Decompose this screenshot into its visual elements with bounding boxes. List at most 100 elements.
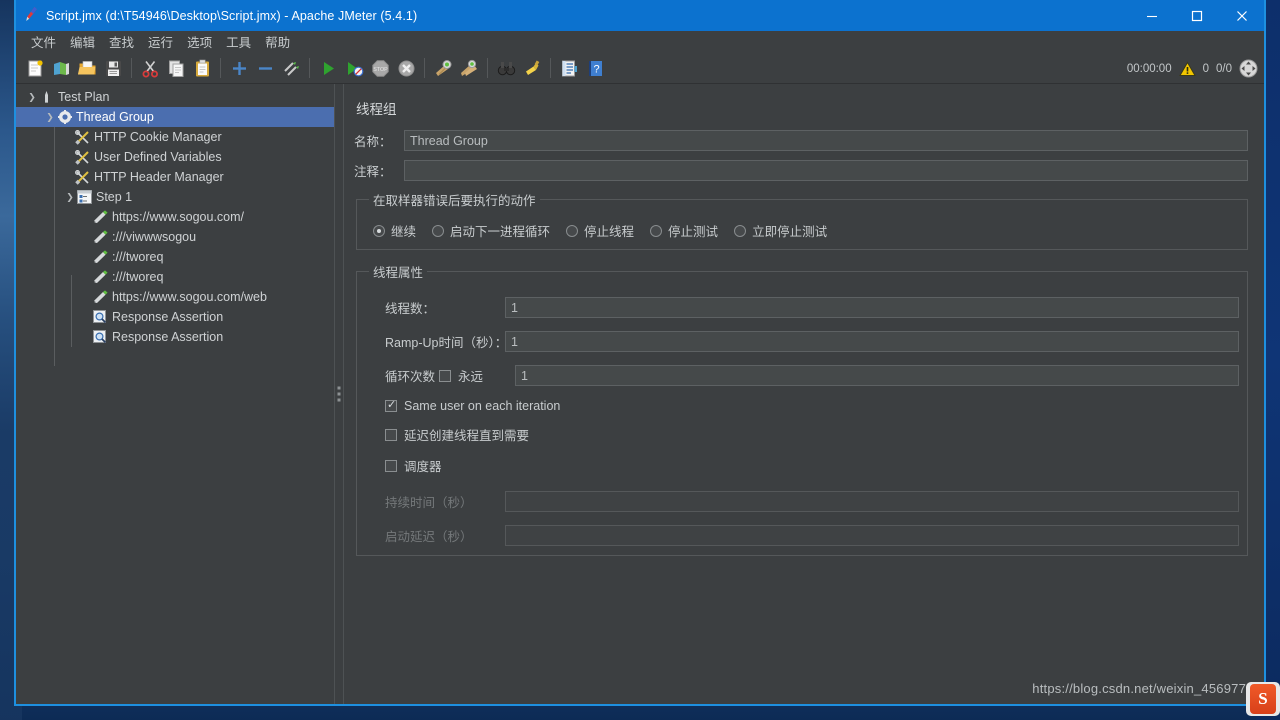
menu-search[interactable]: 查找 [102, 30, 141, 53]
start-play-icon[interactable] [315, 55, 341, 81]
chevron-down-icon[interactable]: ❯ [64, 192, 76, 203]
same-user-checkbox-row[interactable]: Same user on each iteration [385, 398, 1239, 413]
tree-node-user-defined-variables[interactable]: User Defined Variables [16, 147, 334, 167]
tree-node-label: :///tworeq [112, 250, 164, 264]
radio-stop-thread[interactable]: 停止线程 [566, 221, 634, 240]
checkbox-box-icon[interactable] [385, 428, 397, 441]
open-folder-icon[interactable] [74, 55, 100, 81]
http-sampler-icon [92, 209, 109, 225]
toolbar-separator [424, 58, 425, 78]
radio-stop-test[interactable]: 停止测试 [650, 221, 718, 240]
comment-input[interactable] [404, 160, 1248, 181]
splitter-grip-handle[interactable] [337, 386, 341, 402]
chevron-down-icon[interactable]: ❯ [44, 112, 56, 123]
radio-start-next-loop[interactable]: 启动下一进程循环 [432, 221, 550, 240]
new-document-icon[interactable] [22, 55, 48, 81]
checkbox-box-icon[interactable] [385, 459, 397, 472]
ramp-up-input[interactable] [505, 331, 1239, 352]
name-input[interactable] [404, 130, 1248, 151]
num-threads-row: 线程数： [365, 297, 1239, 318]
shutdown-icon[interactable] [393, 55, 419, 81]
radio-dot-icon[interactable] [734, 224, 747, 237]
warning-count: 0 [1202, 62, 1209, 75]
transaction-controller-icon [76, 190, 93, 204]
tree-node-sampler[interactable]: https://www.sogou.com/ [16, 207, 334, 227]
radio-dot-icon[interactable] [432, 224, 445, 237]
radio-dot-icon[interactable] [566, 224, 579, 237]
tree-node-label: Thread Group [76, 110, 154, 124]
radio-dot-icon[interactable] [373, 224, 385, 237]
menu-run[interactable]: 运行 [141, 30, 180, 53]
toggle-enable-icon[interactable] [278, 55, 304, 81]
loop-count-input[interactable] [515, 365, 1239, 386]
tree-node-http-header-manager[interactable]: HTTP Header Manager [16, 167, 334, 187]
num-threads-input[interactable] [505, 297, 1239, 318]
tree-node-test-plan[interactable]: ❯ Test Plan [16, 87, 334, 107]
toolbar-status-area: 00:00:00 0 0/0 [1127, 53, 1258, 84]
collapse-minus-icon[interactable] [252, 55, 278, 81]
forever-checkbox[interactable]: 永远 [439, 366, 505, 385]
start-no-timers-icon[interactable] [341, 55, 367, 81]
tree-node-response-assertion[interactable]: Response Assertion [16, 307, 334, 327]
watermark-text: https://blog.csdn.net/weixin_456977 [1032, 681, 1246, 696]
delay-thread-creation-checkbox-row[interactable]: 延迟创建线程直到需要 [385, 425, 1239, 444]
name-label: 名称： [354, 135, 392, 149]
loop-count-row: 循环次数 永远 [365, 365, 1239, 386]
reset-search-icon[interactable] [519, 55, 545, 81]
window-title-bar[interactable]: Script.jmx (d:\T54946\Desktop\Script.jmx… [16, 0, 1264, 31]
radio-stop-test-now[interactable]: 立即停止测试 [734, 221, 827, 240]
tree-node-sampler[interactable]: :///viwwwsogou [16, 227, 334, 247]
scheduler-checkbox-row[interactable]: 调度器 [385, 456, 1239, 475]
menu-options[interactable]: 选项 [180, 30, 219, 53]
test-plan-tree[interactable]: ❯ Test Plan ❯ Thread Group HTTP Cookie M… [16, 84, 334, 704]
maximize-button[interactable] [1174, 0, 1219, 31]
tree-node-sampler[interactable]: :///tworeq [16, 267, 334, 287]
clear-icon[interactable] [430, 55, 456, 81]
expand-plus-icon[interactable] [226, 55, 252, 81]
warning-triangle-icon[interactable] [1178, 60, 1196, 77]
thread-group-editor-panel: 线程组 名称： 注释： 在取样器错误后要执行的动作 继续 [344, 84, 1264, 704]
clear-all-icon[interactable] [456, 55, 482, 81]
duration-input[interactable] [505, 491, 1239, 512]
copy-icon[interactable] [163, 55, 189, 81]
tree-node-label: User Defined Variables [94, 150, 222, 164]
expand-arrows-icon[interactable] [1239, 59, 1258, 78]
function-helper-icon[interactable] [556, 55, 582, 81]
menu-edit[interactable]: 编辑 [63, 30, 102, 53]
chevron-down-icon[interactable]: ❯ [26, 92, 38, 103]
tree-node-http-cookie-manager[interactable]: HTTP Cookie Manager [16, 127, 334, 147]
minimize-button[interactable] [1129, 0, 1174, 31]
http-sampler-icon [92, 289, 109, 305]
radio-label: 启动下一进程循环 [450, 225, 551, 239]
radio-dot-icon[interactable] [650, 224, 663, 237]
comment-field-row: 注释： [354, 160, 1248, 181]
search-binoculars-icon[interactable] [493, 55, 519, 81]
help-book-icon[interactable]: ? [582, 55, 608, 81]
menu-help[interactable]: 帮助 [258, 30, 297, 53]
on-sampler-error-radios: 继续 启动下一进程循环 停止线程 停止测试 立即停止测试 [365, 219, 1239, 240]
radio-continue[interactable]: 继续 [373, 221, 416, 240]
menu-file[interactable]: 文件 [24, 30, 63, 53]
tree-node-sampler[interactable]: :///tworeq [16, 247, 334, 267]
toolbar-separator [309, 58, 310, 78]
menu-tools[interactable]: 工具 [219, 30, 258, 53]
tree-node-response-assertion[interactable]: Response Assertion [16, 327, 334, 347]
stop-icon[interactable]: STOP [367, 55, 393, 81]
name-field-row: 名称： [354, 130, 1248, 151]
cut-scissors-icon[interactable] [137, 55, 163, 81]
paste-clipboard-icon[interactable] [189, 55, 215, 81]
checkbox-box-icon[interactable] [385, 398, 397, 412]
jmeter-feather-icon [16, 6, 46, 25]
forever-label: 永远 [458, 370, 484, 384]
split-pane-divider[interactable] [334, 84, 344, 704]
tree-node-thread-group[interactable]: ❯ Thread Group [16, 107, 334, 127]
tree-node-step-1[interactable]: ❯ Step 1 [16, 187, 334, 207]
startup-delay-input[interactable] [505, 525, 1239, 546]
close-button[interactable] [1219, 0, 1264, 31]
ramp-up-row: Ramp-Up时间（秒）： [365, 331, 1239, 352]
tree-node-label: Response Assertion [112, 310, 224, 324]
checkbox-box-icon[interactable] [439, 369, 451, 382]
open-templates-icon[interactable] [48, 55, 74, 81]
save-floppy-icon[interactable] [100, 55, 126, 81]
tree-node-sampler[interactable]: https://www.sogou.com/web [16, 287, 334, 307]
